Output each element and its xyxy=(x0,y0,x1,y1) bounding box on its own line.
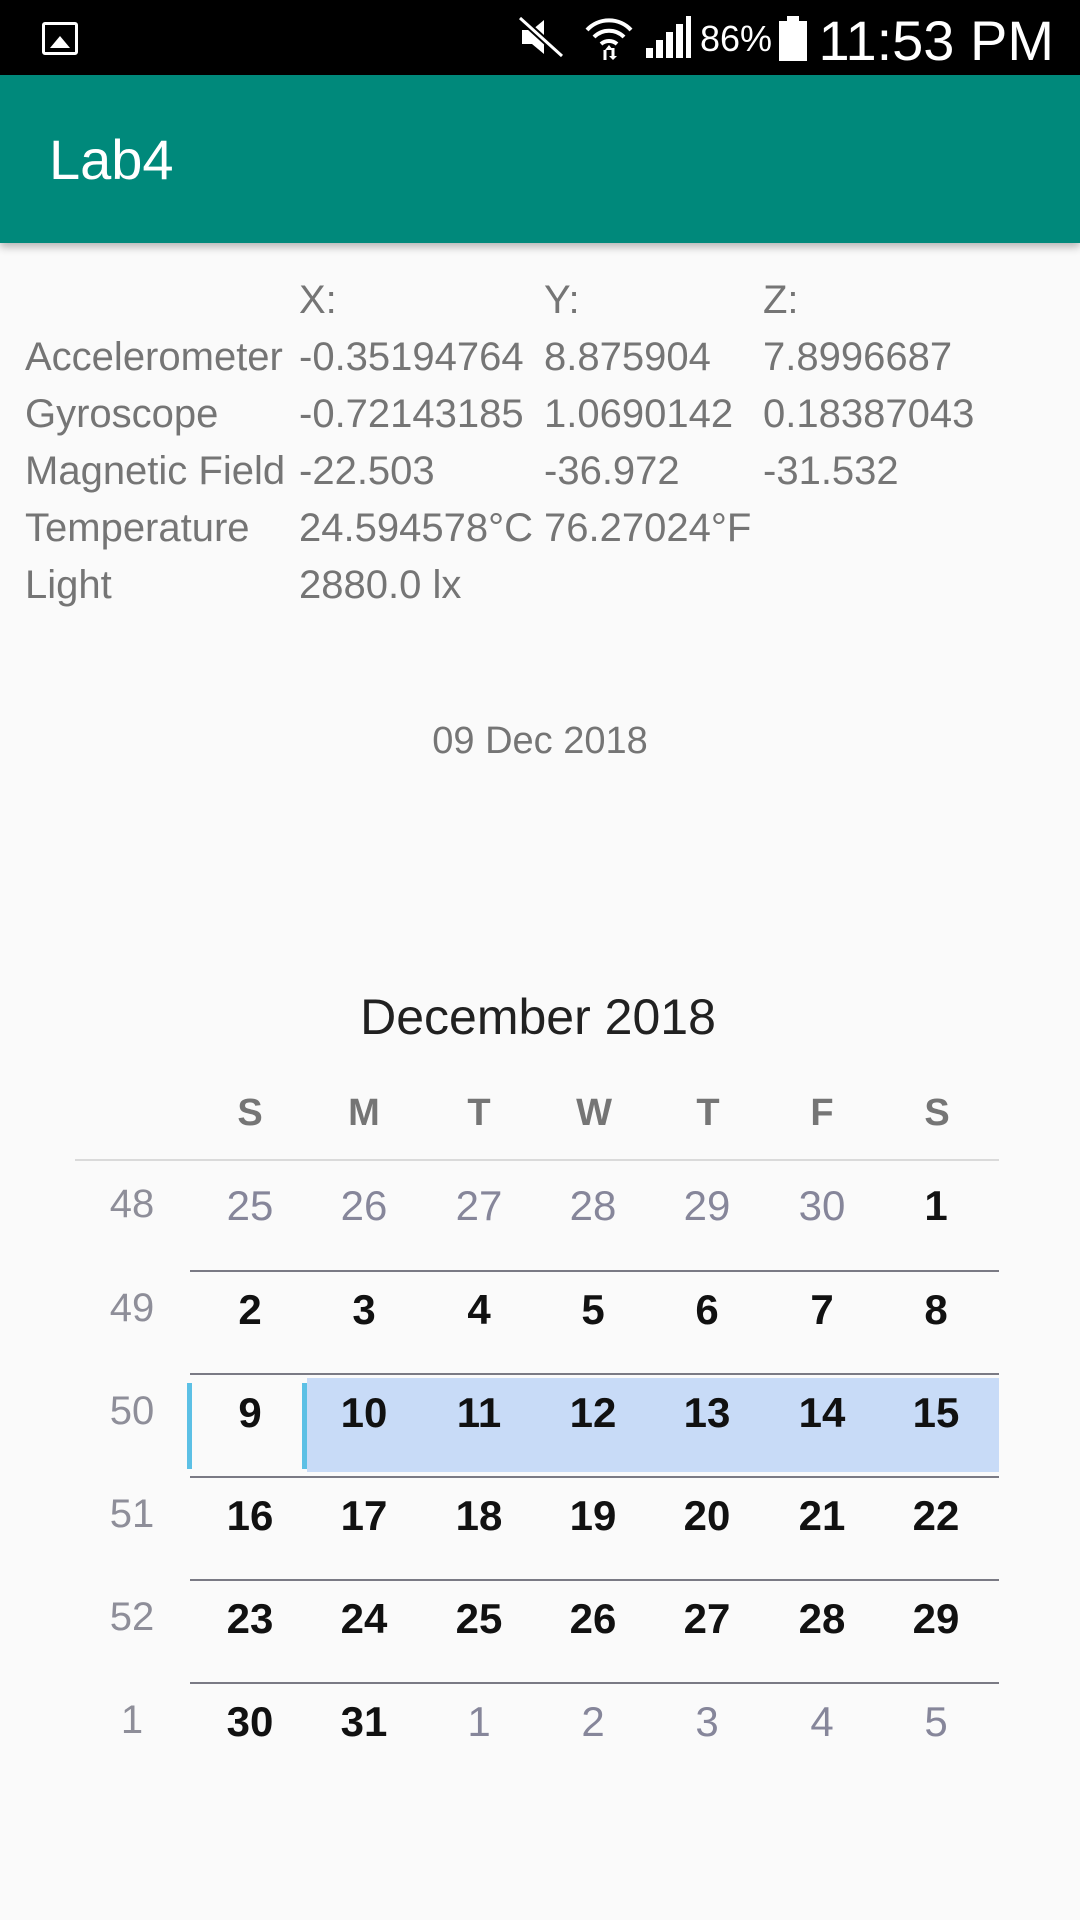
weekday-label: W xyxy=(576,1092,612,1134)
x-header: X: xyxy=(299,278,337,322)
calendar-day[interactable]: 25 xyxy=(422,1595,536,1643)
calendar-weekday-header: S M T W T F S xyxy=(0,1092,1080,1152)
wifi-icon xyxy=(585,18,633,60)
week-number: 48 xyxy=(109,1182,155,1226)
calendar-day[interactable]: 17 xyxy=(307,1492,421,1540)
calendar-day[interactable]: 23 xyxy=(193,1595,307,1643)
week-number: 51 xyxy=(109,1492,155,1536)
calendar-week-row: 48 25 26 27 28 29 30 1 xyxy=(0,1158,1080,1261)
temperature-celsius: 24.594578°C xyxy=(299,506,533,550)
calendar-row-divider xyxy=(190,1270,999,1272)
week-number: 50 xyxy=(109,1389,155,1433)
weekday-label: M xyxy=(348,1092,380,1134)
calendar-day[interactable]: 22 xyxy=(879,1492,993,1540)
sensor-label: Temperature xyxy=(25,506,250,550)
calendar-day[interactable]: 1 xyxy=(879,1182,993,1230)
calendar-week-row: 50 9 10 11 12 13 14 15 xyxy=(0,1365,1080,1468)
temperature-fahrenheit: 76.27024°F xyxy=(544,506,752,550)
calendar-week-row: 51 16 17 18 19 20 21 22 xyxy=(0,1468,1080,1571)
app-bar: Lab4 xyxy=(0,75,1080,243)
calendar-day[interactable]: 26 xyxy=(307,1182,421,1230)
y-header: Y: xyxy=(544,278,580,322)
calendar-day[interactable]: 13 xyxy=(650,1389,764,1437)
calendar-week-row: 1 30 31 1 2 3 4 5 xyxy=(0,1674,1080,1777)
signal-icon xyxy=(646,16,691,58)
calendar-day[interactable]: 4 xyxy=(422,1286,536,1334)
weekday-label: S xyxy=(924,1092,950,1134)
sensor-label: Magnetic Field xyxy=(25,449,286,493)
status-bar: 86% 11:53 PM xyxy=(0,0,1080,75)
calendar-day[interactable]: 6 xyxy=(650,1286,764,1334)
calendar-day[interactable]: 2 xyxy=(536,1698,650,1746)
calendar-day[interactable]: 14 xyxy=(765,1389,879,1437)
calendar-week-row: 49 2 3 4 5 6 7 8 xyxy=(0,1262,1080,1365)
calendar-day[interactable]: 9 xyxy=(193,1389,307,1437)
calendar-day[interactable]: 25 xyxy=(193,1182,307,1230)
week-number: 49 xyxy=(109,1286,155,1330)
calendar-day[interactable]: 20 xyxy=(650,1492,764,1540)
calendar-day[interactable]: 8 xyxy=(879,1286,993,1334)
calendar-week-row: 52 23 24 25 26 27 28 29 xyxy=(0,1571,1080,1674)
battery-icon xyxy=(779,16,807,61)
light-value: 2880.0 lx xyxy=(299,563,462,607)
calendar-day[interactable]: 5 xyxy=(536,1286,650,1334)
sensor-z-value: -31.532 xyxy=(763,449,899,493)
calendar-day[interactable]: 5 xyxy=(879,1698,993,1746)
calendar-day[interactable]: 10 xyxy=(307,1389,421,1437)
calendar-day[interactable]: 19 xyxy=(536,1492,650,1540)
calendar-day[interactable]: 29 xyxy=(650,1182,764,1230)
calendar-day[interactable]: 28 xyxy=(765,1595,879,1643)
sensor-label: Light xyxy=(25,563,112,607)
calendar-day[interactable]: 12 xyxy=(536,1389,650,1437)
calendar-day[interactable]: 28 xyxy=(536,1182,650,1230)
calendar-row-divider xyxy=(190,1579,999,1581)
clock: 11:53 PM xyxy=(818,9,1054,72)
sensor-x-value: -22.503 xyxy=(299,449,435,493)
calendar-day[interactable]: 7 xyxy=(765,1286,879,1334)
calendar-day[interactable]: 27 xyxy=(422,1182,536,1230)
calendar-day[interactable]: 30 xyxy=(193,1698,307,1746)
calendar-day[interactable]: 3 xyxy=(307,1286,421,1334)
gallery-icon xyxy=(42,22,78,55)
sensor-label: Gyroscope xyxy=(25,392,219,436)
calendar-row-divider xyxy=(190,1476,999,1478)
calendar-row-divider xyxy=(190,1682,999,1684)
calendar-row-divider xyxy=(190,1373,999,1375)
calendar-day[interactable]: 29 xyxy=(879,1595,993,1643)
weekday-label: T xyxy=(467,1092,491,1134)
calendar-day[interactable]: 31 xyxy=(307,1698,421,1746)
calendar-day[interactable]: 1 xyxy=(422,1698,536,1746)
calendar-day[interactable]: 4 xyxy=(765,1698,879,1746)
calendar-day[interactable]: 26 xyxy=(536,1595,650,1643)
calendar-day[interactable]: 2 xyxy=(193,1286,307,1334)
calendar-day[interactable]: 15 xyxy=(879,1389,993,1437)
selected-date-text: 09 Dec 2018 xyxy=(432,720,648,762)
sensor-label: Accelerometer xyxy=(25,335,283,379)
sensor-x-value: -0.72143185 xyxy=(299,392,524,436)
week-number: 52 xyxy=(109,1595,155,1639)
calendar-day[interactable]: 30 xyxy=(765,1182,879,1230)
battery-percent: 86% xyxy=(700,18,773,59)
sensor-x-value: -0.35194764 xyxy=(299,335,524,379)
z-header: Z: xyxy=(763,278,799,322)
calendar-day[interactable]: 18 xyxy=(422,1492,536,1540)
calendar-day[interactable]: 21 xyxy=(765,1492,879,1540)
weekday-label: T xyxy=(696,1092,720,1134)
weekday-label: F xyxy=(810,1092,834,1134)
calendar-day[interactable]: 3 xyxy=(650,1698,764,1746)
sensor-z-value: 7.8996687 xyxy=(763,335,953,379)
weekday-label: S xyxy=(237,1092,263,1134)
calendar-day[interactable]: 11 xyxy=(422,1389,536,1437)
sensor-y-value: -36.972 xyxy=(544,449,680,493)
app-title: Lab4 xyxy=(49,128,174,191)
sensor-y-value: 1.0690142 xyxy=(544,392,734,436)
calendar-day[interactable]: 16 xyxy=(193,1492,307,1540)
calendar-day[interactable]: 24 xyxy=(307,1595,421,1643)
sensor-y-value: 8.875904 xyxy=(544,335,711,379)
calendar-month-title: December 2018 xyxy=(360,989,716,1045)
week-number: 1 xyxy=(120,1698,144,1742)
sensor-z-value: 0.18387043 xyxy=(763,392,975,436)
calendar-day[interactable]: 27 xyxy=(650,1595,764,1643)
mute-icon xyxy=(518,16,564,58)
